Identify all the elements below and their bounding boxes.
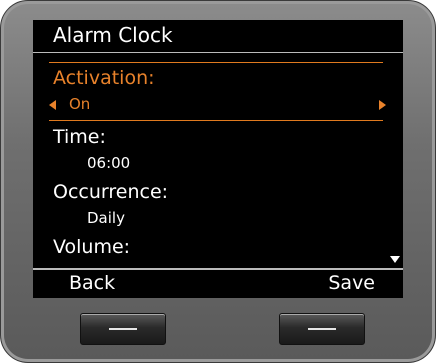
volume-label[interactable]: Volume: xyxy=(53,236,130,258)
left-softkey-button[interactable] xyxy=(80,313,166,345)
screen-title: Alarm Clock xyxy=(53,23,173,47)
left-softkey-bar-icon xyxy=(109,328,137,330)
right-arrow-icon[interactable] xyxy=(379,100,386,110)
occurrence-label[interactable]: Occurrence: xyxy=(53,181,168,203)
right-softkey-bar-icon xyxy=(308,328,336,330)
selection-bottom-rule xyxy=(49,120,383,121)
left-arrow-icon[interactable] xyxy=(49,100,56,110)
display-screen: Alarm Clock Activation: On Time: 06:00 O… xyxy=(33,20,403,298)
softkey-back-label: Back xyxy=(69,272,116,294)
softkey-divider xyxy=(33,268,403,270)
activation-label: Activation: xyxy=(53,67,155,89)
activation-value[interactable]: On xyxy=(69,95,90,113)
time-value: 06:00 xyxy=(87,154,131,172)
selection-top-rule xyxy=(49,62,383,63)
softkey-save-label: Save xyxy=(328,272,375,294)
occurrence-value: Daily xyxy=(87,209,125,227)
time-label[interactable]: Time: xyxy=(53,126,106,148)
right-softkey-button[interactable] xyxy=(279,313,365,345)
title-divider xyxy=(33,52,403,53)
scroll-down-icon xyxy=(390,256,400,263)
